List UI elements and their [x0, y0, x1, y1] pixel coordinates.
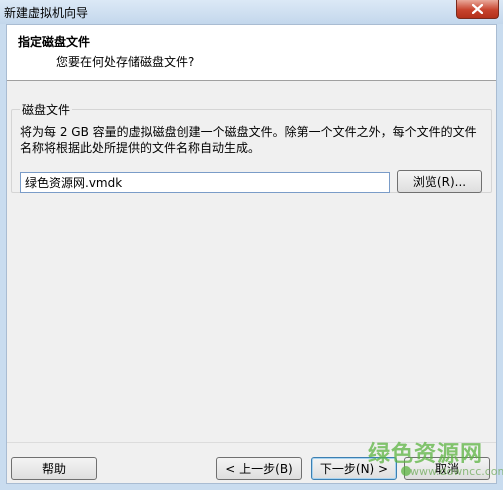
footer-divider	[7, 442, 496, 443]
group-description: 将为每 2 GB 容量的虚拟磁盘创建一个磁盘文件。除第一个文件之外，每个文件的文…	[20, 125, 477, 155]
window-title: 新建虚拟机向导	[4, 6, 89, 20]
title-bar: 新建虚拟机向导	[0, 0, 503, 24]
page-title: 指定磁盘文件	[18, 35, 91, 49]
wizard-client-area: 指定磁盘文件 您要在何处存储磁盘文件? 磁盘文件 将为每 2 GB 容量的虚拟磁…	[6, 24, 497, 484]
cancel-button[interactable]: 取消	[404, 457, 490, 480]
help-button[interactable]: 帮助	[11, 457, 97, 480]
page-subtitle: 您要在何处存储磁盘文件?	[56, 55, 195, 69]
close-icon	[472, 4, 483, 14]
close-button[interactable]	[456, 0, 499, 19]
disk-file-input[interactable]	[20, 172, 390, 193]
next-button[interactable]: 下一步(N) >	[311, 457, 397, 480]
back-button[interactable]: < 上一步(B)	[216, 457, 302, 480]
wizard-header: 指定磁盘文件 您要在何处存储磁盘文件?	[7, 25, 496, 81]
browse-button[interactable]: 浏览(R)...	[397, 170, 482, 193]
group-legend: 磁盘文件	[20, 101, 73, 118]
